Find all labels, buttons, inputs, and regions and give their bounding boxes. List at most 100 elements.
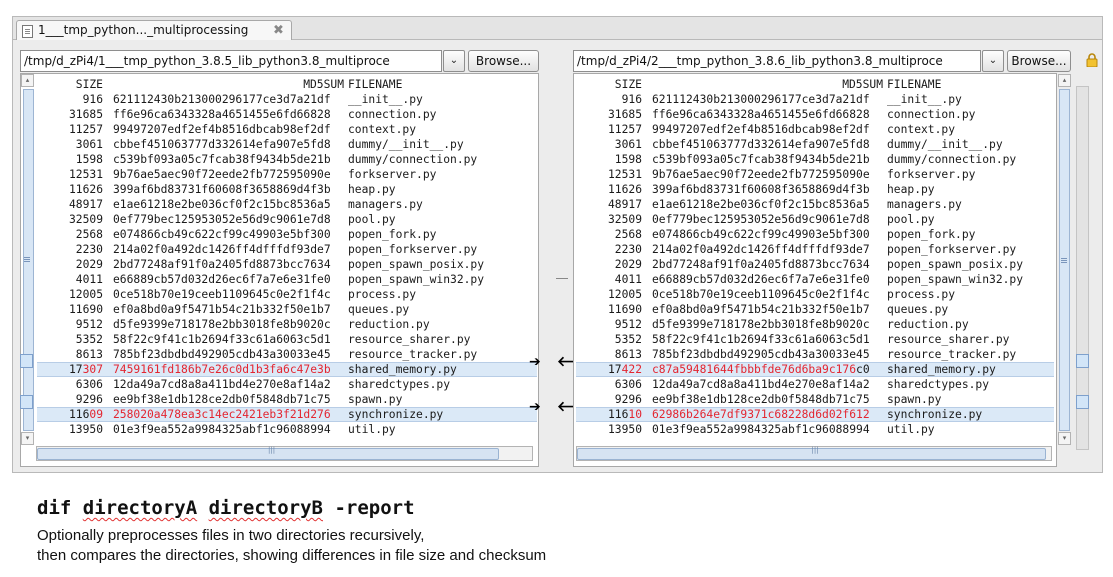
file-row[interactable]: 11690 ef0a8bd0a9f5471b54c21b332f50e1b7 que… bbox=[37, 302, 537, 317]
left-file-panel[interactable]: ▴ ▾ SIZE MD5SUM FILENAME 916 621112430b21300… bbox=[20, 73, 539, 467]
file-row[interactable]: 4011 e66889cb57d032d26ec6f7a7e6e31fe0 pope… bbox=[576, 272, 1054, 287]
file-row[interactable]: 12531 9b76ae5aec90f72eede2fb772595090e for… bbox=[576, 167, 1054, 182]
file-row[interactable]: 916 621112430b213000296177ce3d7a21df __ini… bbox=[576, 92, 1054, 107]
size-cell: 6306 bbox=[75, 378, 103, 391]
left-diff-marker[interactable] bbox=[20, 354, 33, 368]
file-row[interactable]: 8613 785bf23dbdbd492905cdb43a30033e45 reso… bbox=[576, 347, 1054, 362]
file-row[interactable]: 11609 258020a478ea3c14ec2421eb3f21d276 syn… bbox=[37, 407, 537, 422]
file-row[interactable]: 2568 e074866cb49c622cf99c49903e5bf300 pope… bbox=[576, 227, 1054, 242]
left-horizontal-scrollbar[interactable]: ||| bbox=[36, 446, 533, 461]
file-row[interactable]: 4011 e66889cb57d032d26ec6f7a7e6e31fe0 pope… bbox=[37, 272, 537, 287]
scroll-down-button[interactable]: ▾ bbox=[21, 432, 34, 445]
right-file-panel[interactable]: SIZE MD5SUM FILENAME 916 621112430b213000296… bbox=[573, 73, 1057, 467]
size-cell: SIZE bbox=[614, 78, 642, 91]
size-cell: 5352 bbox=[614, 333, 642, 346]
tab-bar: 1___tmp_python..._multiprocessing ✖ bbox=[13, 17, 1102, 40]
left-diff-marker[interactable] bbox=[20, 395, 33, 409]
file-row[interactable]: 9512 d5fe9399e718178e2bb3018fe8b9020c redu… bbox=[37, 317, 537, 332]
right-diff-marker[interactable] bbox=[1076, 354, 1089, 368]
file-row[interactable]: 11626 399af6bd83731f60608f3658869d4f3b hea… bbox=[576, 182, 1054, 197]
file-row[interactable]: 5352 58f22c9f41c1b2694f33c61a6063c5d1 reso… bbox=[37, 332, 537, 347]
copy-right-arrow-icon[interactable]: ➔ bbox=[529, 355, 541, 369]
file-row[interactable]: 9296 ee9bf38e1db128ce2db0f5848db71c75 spaw… bbox=[37, 392, 537, 407]
cmd-arg-a: directoryA bbox=[82, 497, 198, 519]
file-row[interactable]: 9512 d5fe9399e718178e2bb3018fe8b9020c redu… bbox=[576, 317, 1054, 332]
size-cell: 12531 bbox=[68, 168, 103, 181]
file-row[interactable]: 3061 cbbef451063777d332614efa907e5fd8 dumm… bbox=[576, 137, 1054, 152]
file-row[interactable]: 916 621112430b213000296177ce3d7a21df __ini… bbox=[37, 92, 537, 107]
file-row[interactable]: 1598 c539bf093a05c7fcab38f9434b5de21b dumm… bbox=[37, 152, 537, 167]
size-cell: 13950 bbox=[607, 423, 642, 436]
size-cell: 11690 bbox=[68, 303, 103, 316]
right-path-dropdown-button[interactable]: ⌄ bbox=[982, 50, 1004, 72]
md5-cell: 7459161fd186b7e26c0d1b3fa6c47e3b bbox=[113, 363, 331, 376]
file-row[interactable]: 12005 0ce518b70e19ceeb1109645c0e2f1f4c pro… bbox=[576, 287, 1054, 302]
file-row[interactable]: 6306 12da49a7cd8a8a411bd4e270e8af14a2 shar… bbox=[37, 377, 537, 392]
scroll-up-button[interactable]: ▴ bbox=[1058, 74, 1071, 87]
size-cell: 11257 bbox=[607, 123, 642, 136]
left-browse-button[interactable]: Browse... bbox=[468, 50, 539, 72]
file-row[interactable]: 8613 785bf23dbdbd492905cdb43a30033e45 reso… bbox=[37, 347, 537, 362]
left-path-dropdown-button[interactable]: ⌄ bbox=[443, 50, 465, 72]
file-row[interactable]: 17307 7459161fd186b7e26c0d1b3fa6c47e3b sha… bbox=[37, 362, 537, 377]
file-row[interactable]: 2230 214a02f0a492dc1426ff4dfffdf93de7 pope… bbox=[37, 242, 537, 257]
size-cell: 2029 bbox=[75, 258, 103, 271]
left-path-input[interactable]: /tmp/d_zPi4/1___tmp_python_3.8.5_lib_pyt… bbox=[20, 50, 442, 72]
scroll-up-button[interactable]: ▴ bbox=[21, 74, 34, 87]
file-row[interactable]: 5352 58f22c9f41c1b2694f33c61a6063c5d1 reso… bbox=[576, 332, 1054, 347]
file-row[interactable]: 11690 ef0a8bd0a9f5471b54c21b332f50e1b7 que… bbox=[576, 302, 1054, 317]
size-cell: 8613 bbox=[75, 348, 103, 361]
tab-multiprocessing[interactable]: 1___tmp_python..._multiprocessing ✖ bbox=[16, 20, 292, 40]
md5-cell: ff6e96ca6343328a4651455e6fd66828 bbox=[113, 108, 331, 121]
file-row[interactable]: 17422 c87a59481644fbbbfde76d6ba9c176c0 sha… bbox=[576, 362, 1054, 377]
file-row[interactable]: 1598 c539bf093a05c7fcab38f9434b5de21b dumm… bbox=[576, 152, 1054, 167]
filename-cell: synchronize.py bbox=[348, 408, 444, 421]
scroll-thumb[interactable]: ||| bbox=[577, 446, 1046, 460]
file-row[interactable]: 9296 ee9bf38e1db128ce2db0f5848db71c75 spaw… bbox=[576, 392, 1054, 407]
file-row[interactable]: 13950 01e3f9ea552a9984325abf1c96088994 uti… bbox=[37, 422, 537, 437]
lock-icon[interactable] bbox=[1086, 53, 1098, 67]
filename-cell: shared_memory.py bbox=[887, 363, 996, 376]
file-row[interactable]: 32509 0ef779bec125953052e56d9c9061e7d8 poo… bbox=[37, 212, 537, 227]
file-row[interactable]: 48917 e1ae61218e2be036cf0f2c15bc8536a5 man… bbox=[37, 197, 537, 212]
scroll-down-button[interactable]: ▾ bbox=[1058, 432, 1071, 445]
file-row[interactable]: 11626 399af6bd83731f60608f3658869d4f3b hea… bbox=[37, 182, 537, 197]
right-inner-gutter[interactable]: ▴ ▾ bbox=[1057, 74, 1072, 452]
file-row[interactable]: 11257 99497207edf2ef4b8516dbcab98ef2df con… bbox=[576, 122, 1054, 137]
document-icon bbox=[22, 25, 33, 38]
file-row[interactable]: 11610 62986b264e7df9371c68228d6d02f612 syn… bbox=[576, 407, 1054, 422]
md5-cell: c539bf093a05c7fcab38f9434b5de21b bbox=[652, 153, 870, 166]
md5-cell: ff6e96ca6343328a4651455e6fd66828 bbox=[652, 108, 870, 121]
left-scroll-gutter[interactable]: ▴ ▾ bbox=[21, 74, 34, 445]
md5-cell: 621112430b213000296177ce3d7a21df bbox=[652, 93, 870, 106]
file-row[interactable]: 31685 ff6e96ca6343328a4651455e6fd66828 con… bbox=[576, 107, 1054, 122]
file-row[interactable]: 13950 01e3f9ea552a9984325abf1c96088994 uti… bbox=[576, 422, 1054, 437]
right-path-input[interactable]: /tmp/d_zPi4/2___tmp_python_3.8.6_lib_pyt… bbox=[573, 50, 981, 72]
file-row[interactable]: 48917 e1ae61218e2be036cf0f2c15bc8536a5 man… bbox=[576, 197, 1054, 212]
file-row[interactable]: 6306 12da49a7cd8a8a411bd4e270e8af14a2 shar… bbox=[576, 377, 1054, 392]
right-diff-marker[interactable] bbox=[1076, 395, 1089, 409]
md5-cell: e1ae61218e2be036cf0f2c15bc8536a5 bbox=[652, 198, 870, 211]
scroll-thumb[interactable]: ||| bbox=[37, 446, 499, 460]
copy-right-arrow-icon[interactable]: ➔ bbox=[529, 400, 541, 414]
file-row[interactable]: 32509 0ef779bec125953052e56d9c9061e7d8 poo… bbox=[576, 212, 1054, 227]
file-row[interactable]: 2029 2bd77248af91f0a2405fd8873bcc7634 pope… bbox=[37, 257, 537, 272]
file-row[interactable]: 12005 0ce518b70e19ceeb1109645c0e2f1f4c pro… bbox=[37, 287, 537, 302]
file-row[interactable]: 12531 9b76ae5aec90f72eede2fb772595090e for… bbox=[37, 167, 537, 182]
md5-cell: d5fe9399e718178e2bb3018fe8b9020c bbox=[113, 318, 331, 331]
file-row[interactable]: 3061 cbbef451063777d332614efa907e5fd8 dumm… bbox=[37, 137, 537, 152]
file-row[interactable]: 11257 99497207edf2ef4b8516dbcab98ef2df con… bbox=[37, 122, 537, 137]
overview-bar bbox=[23, 89, 34, 431]
size-same-part: 17 bbox=[607, 363, 622, 376]
file-row[interactable]: 31685 ff6e96ca6343328a4651455e6fd66828 con… bbox=[37, 107, 537, 122]
file-row[interactable]: 2029 2bd77248af91f0a2405fd8873bcc7634 pope… bbox=[576, 257, 1054, 272]
right-browse-button[interactable]: Browse... bbox=[1007, 50, 1071, 72]
file-row[interactable]: 2568 e074866cb49c622cf99c49903e5bf300 pope… bbox=[37, 227, 537, 242]
file-row[interactable]: 2230 214a02f0a492dc1426ff4dfffdf93de7 pope… bbox=[576, 242, 1054, 257]
size-diff-part: 10 bbox=[628, 408, 642, 421]
right-horizontal-scrollbar[interactable]: ||| bbox=[576, 446, 1052, 461]
size-cell: 11626 bbox=[68, 183, 103, 196]
size-cell: 31685 bbox=[607, 108, 642, 121]
md5-diff-part: 7459161fd186b7e26c0d1b3fa6c47e3b bbox=[113, 363, 331, 376]
close-icon[interactable]: ✖ bbox=[273, 21, 284, 40]
